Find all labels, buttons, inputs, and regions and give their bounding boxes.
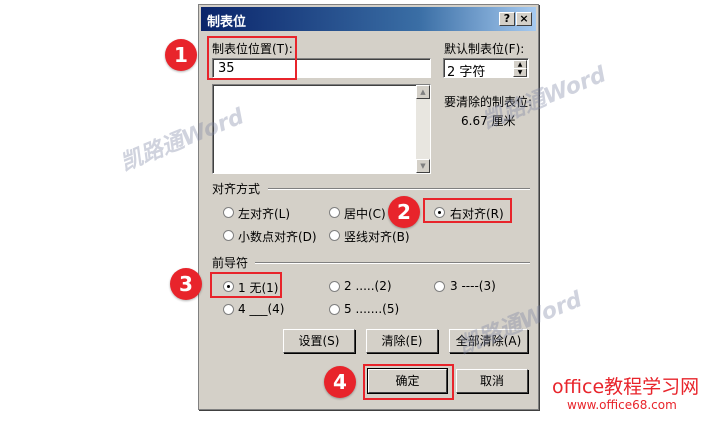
- site-brand-url: www.office68.com: [567, 398, 677, 412]
- step-badge-3: 3: [170, 268, 202, 300]
- default-tab-value: 2 字符: [447, 65, 486, 80]
- default-tab-label: 默认制表位(F):: [444, 42, 525, 56]
- step-badge-2: 2: [388, 196, 420, 228]
- leader-divider: [255, 262, 530, 264]
- leader-4-label[interactable]: 4 ___(4): [238, 302, 284, 316]
- scroll-up-arrow-icon[interactable]: ▲: [416, 85, 430, 99]
- leader-2-label[interactable]: 2 .....(2): [344, 279, 392, 293]
- callout-ok-button: [363, 364, 454, 400]
- align-left-label[interactable]: 左对齐(L): [238, 205, 290, 222]
- leader-2-radio[interactable]: [329, 281, 340, 292]
- align-center-radio[interactable]: [329, 207, 340, 218]
- scroll-down-arrow-icon[interactable]: ▼: [416, 159, 430, 173]
- align-left-radio[interactable]: [223, 207, 234, 218]
- callout-tab-position: [207, 36, 297, 80]
- align-center-label[interactable]: 居中(C): [344, 205, 386, 222]
- align-decimal-label[interactable]: 小数点对齐(D): [238, 228, 317, 245]
- site-brand-name: office教程学习网: [552, 376, 700, 398]
- clear-button[interactable]: 清除(E): [366, 329, 438, 353]
- tab-list-scrollbar[interactable]: ▲ ▼: [416, 85, 430, 173]
- leader-5-label[interactable]: 5 .......(5): [344, 302, 399, 316]
- step-badge-4: 4: [324, 366, 356, 398]
- alignment-divider: [268, 188, 530, 190]
- callout-align-right: [423, 198, 512, 223]
- align-decimal-radio[interactable]: [223, 230, 234, 241]
- leader-3-label[interactable]: 3 ----(3): [450, 279, 496, 293]
- dialog-title: 制表位: [207, 15, 247, 30]
- leader-3-radio[interactable]: [434, 281, 445, 292]
- cancel-button[interactable]: 取消: [456, 369, 528, 393]
- leader-group-label: 前导符: [212, 256, 249, 270]
- help-button[interactable]: ?: [499, 12, 515, 26]
- leader-5-radio[interactable]: [329, 304, 340, 315]
- set-button[interactable]: 设置(S): [283, 329, 355, 353]
- alignment-group-label: 对齐方式: [212, 182, 261, 196]
- align-bar-radio[interactable]: [329, 230, 340, 241]
- spin-down-arrow-icon[interactable]: ▼: [513, 68, 527, 77]
- callout-leader-none: [210, 272, 282, 298]
- leader-4-radio[interactable]: [223, 304, 234, 315]
- step-badge-1: 1: [165, 39, 197, 71]
- close-button[interactable]: ×: [516, 12, 532, 26]
- title-bar[interactable]: 制表位 ? ×: [201, 7, 536, 31]
- default-tab-input[interactable]: 2 字符 ▲ ▼: [443, 58, 529, 80]
- align-bar-label[interactable]: 竖线对齐(B): [344, 228, 410, 245]
